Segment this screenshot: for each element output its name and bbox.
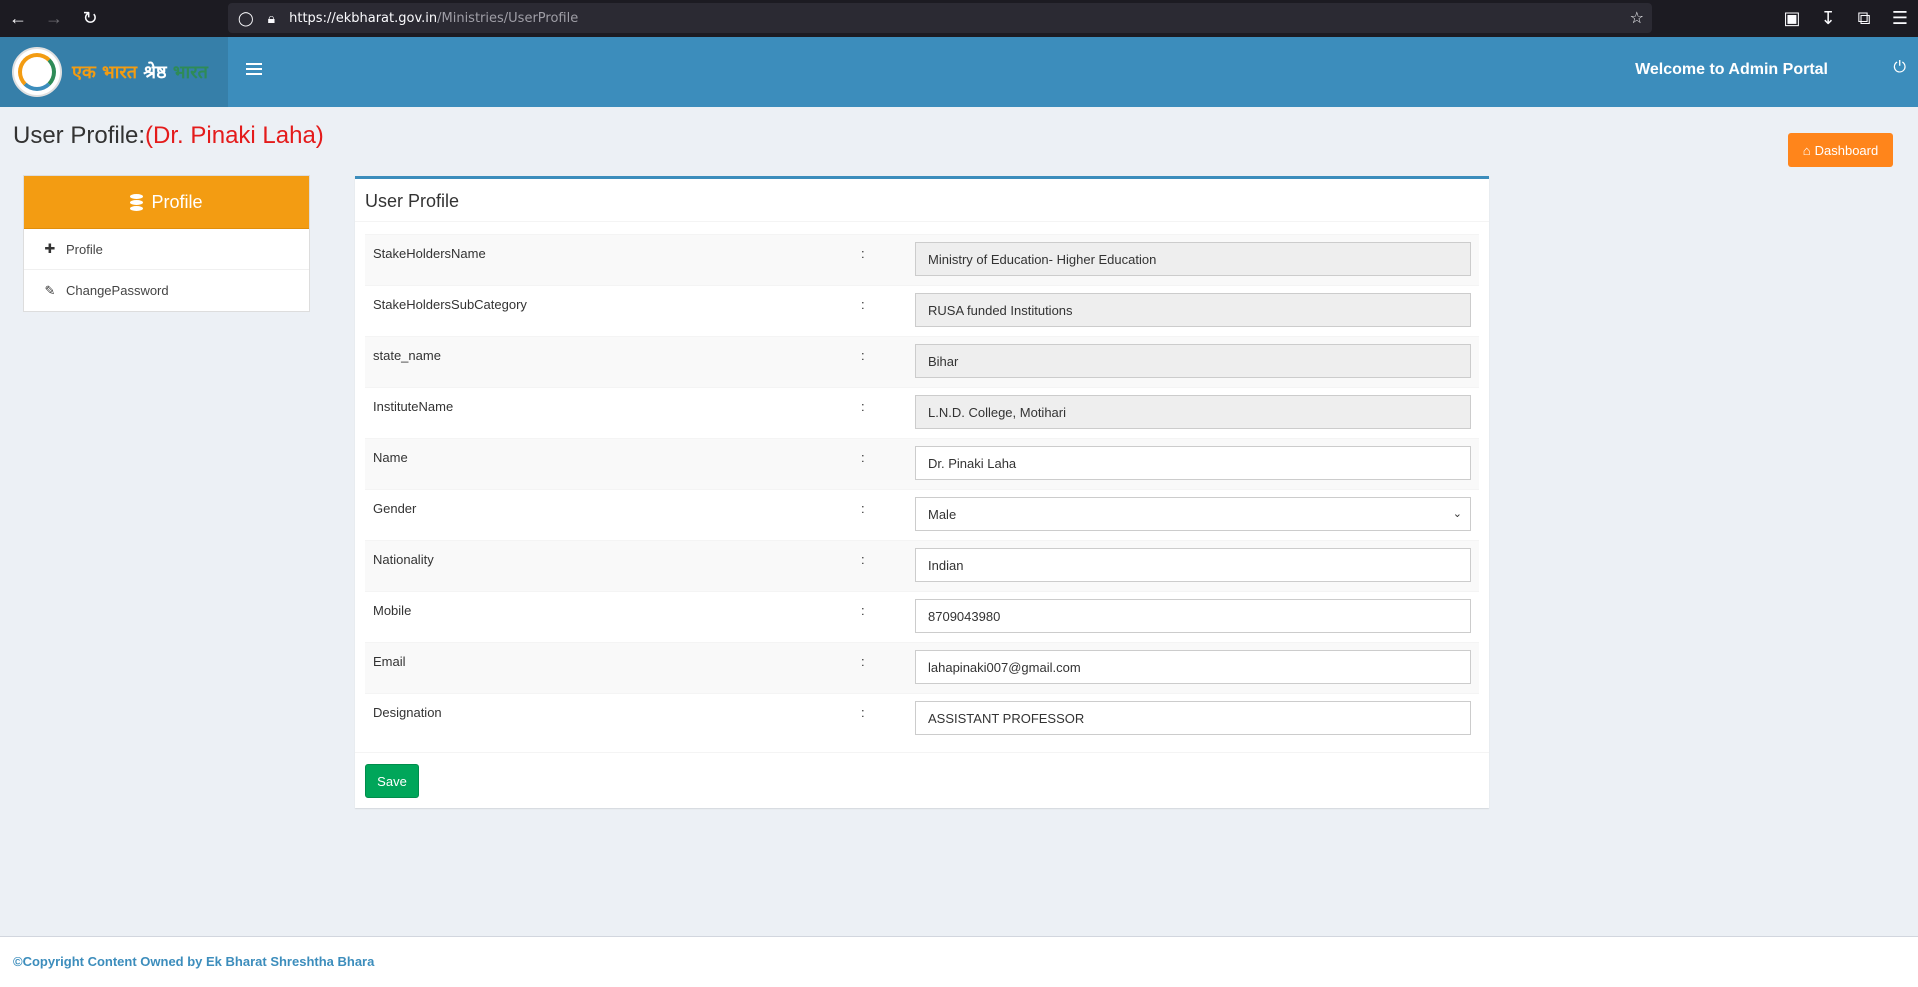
bookmark-star-icon[interactable]: ☆	[1630, 8, 1644, 28]
page-title-prefix: User Profile:	[13, 122, 146, 149]
app-header: एक भारत श्रेष्ठ भारत Welcome to Admin Po…	[0, 37, 1918, 107]
back-icon[interactable]: ←	[0, 1, 36, 37]
field-row-email: Email : lahapinaki007@gmail.com	[365, 642, 1479, 693]
field-row-stakeholders-name: StakeHoldersName : Ministry of Education…	[365, 234, 1479, 285]
menu-item-change-password[interactable]: ✎ ChangePassword	[24, 270, 309, 311]
field-row-designation: Designation : ASSISTANT PROFESSOR	[365, 693, 1479, 744]
gender-select-value: Male	[928, 506, 957, 522]
menu-icon[interactable]: ☰	[1882, 0, 1918, 36]
logo-text-part-2: श्रेष्ठ	[143, 62, 167, 83]
state-name-field: Bihar	[915, 344, 1471, 378]
page-title: User Profile:(Dr. Pinaki Laha)	[13, 122, 324, 150]
save-button[interactable]: Save	[365, 764, 419, 798]
field-label: Designation	[373, 705, 442, 720]
user-profile-box: User Profile StakeHoldersName : Ministry…	[355, 176, 1489, 808]
field-row-mobile: Mobile : 8709043980	[365, 591, 1479, 642]
field-row-state-name: state_name : Bihar	[365, 336, 1479, 387]
copyright-text: ©Copyright Content Owned by Ek Bharat Sh…	[13, 954, 375, 969]
field-colon: :	[861, 399, 865, 414]
home-icon: ⌂	[1802, 142, 1811, 158]
mobile-input[interactable]: 8709043980	[915, 599, 1471, 633]
field-colon: :	[861, 297, 865, 312]
url-host: https://ekbharat.gov.in	[289, 10, 438, 26]
chevron-down-icon: ⌄	[1452, 508, 1462, 520]
field-label: InstituteName	[373, 399, 454, 414]
url-path: /Ministries/UserProfile	[437, 10, 579, 26]
field-label: Name	[373, 450, 408, 465]
user-plus-icon: ✚	[44, 241, 56, 256]
field-label: Nationality	[373, 552, 434, 567]
field-row-institute-name: InstituteName : L.N.D. College, Motihari	[365, 387, 1479, 438]
logo-emblem-icon	[12, 47, 62, 97]
email-input[interactable]: lahapinaki007@gmail.com	[915, 650, 1471, 684]
address-bar[interactable]: ◯ 🔒︎ https://ekbharat.gov.in/Ministries/…	[228, 3, 1652, 33]
download-icon[interactable]: ↧	[1810, 0, 1846, 36]
dashboard-button-label: Dashboard	[1814, 142, 1879, 158]
sidebar-toggle-icon[interactable]	[246, 61, 262, 77]
pocket-icon[interactable]: ▣	[1774, 0, 1810, 36]
field-colon: :	[861, 246, 865, 261]
lock-icon[interactable]: 🔒︎	[268, 10, 275, 27]
logo-text: एक भारत श्रेष्ठ भारत	[72, 60, 208, 84]
divider	[355, 752, 1489, 753]
designation-input[interactable]: ASSISTANT PROFESSOR	[915, 701, 1471, 735]
stakeholders-subcategory-field: RUSA funded Institutions	[915, 293, 1471, 327]
menu-item-label: Profile	[66, 241, 103, 257]
profile-menu: Profile ✚ Profile ✎ ChangePassword	[23, 175, 310, 312]
page-title-name: (Dr. Pinaki Laha)	[145, 122, 324, 149]
field-colon: :	[861, 501, 865, 516]
name-input[interactable]: Dr. Pinaki Laha	[915, 446, 1471, 480]
field-colon: :	[861, 348, 865, 363]
shield-icon[interactable]: ◯	[238, 10, 254, 27]
field-colon: :	[861, 705, 865, 720]
field-label: StakeHoldersName	[373, 246, 486, 261]
field-label: Mobile	[373, 603, 412, 618]
field-label: Gender	[373, 501, 417, 516]
footer: ©Copyright Content Owned by Ek Bharat Sh…	[0, 936, 1918, 987]
logo-text-part-3: भारत	[172, 62, 208, 83]
gender-select[interactable]: Male ⌄	[915, 497, 1471, 531]
field-label: Email	[373, 654, 406, 669]
power-icon[interactable]: ⏻	[1893, 59, 1906, 77]
field-row-gender: Gender : Male ⌄	[365, 489, 1479, 540]
field-label: state_name	[373, 348, 441, 363]
field-colon: :	[861, 450, 865, 465]
field-row-stakeholders-subcategory: StakeHoldersSubCategory : RUSA funded In…	[365, 285, 1479, 336]
profile-menu-heading-label: Profile	[151, 191, 203, 212]
field-label: StakeHoldersSubCategory	[373, 297, 527, 312]
institute-name-field: L.N.D. College, Motihari	[915, 395, 1471, 429]
profile-fields: StakeHoldersName : Ministry of Education…	[365, 234, 1479, 744]
pencil-icon: ✎	[44, 282, 56, 298]
field-row-name: Name : Dr. Pinaki Laha	[365, 438, 1479, 489]
field-colon: :	[861, 603, 865, 618]
menu-item-label: ChangePassword	[66, 283, 169, 298]
field-row-nationality: Nationality : Indian	[365, 540, 1479, 591]
profile-menu-heading: Profile	[24, 176, 309, 229]
menu-item-profile[interactable]: ✚ Profile	[24, 229, 309, 270]
box-title: User Profile	[355, 179, 1489, 222]
stakeholders-name-field: Ministry of Education- Higher Education	[915, 242, 1471, 276]
reload-icon[interactable]: ↻	[72, 1, 108, 37]
forward-icon[interactable]: →	[36, 1, 72, 37]
logo[interactable]: एक भारत श्रेष्ठ भारत	[0, 37, 228, 107]
extensions-icon[interactable]: ⧉	[1846, 0, 1882, 36]
nationality-input[interactable]: Indian	[915, 548, 1471, 582]
url-text[interactable]: https://ekbharat.gov.in/Ministries/UserP…	[289, 11, 578, 26]
browser-toolbar: ← → ↻ ◯ 🔒︎ https://ekbharat.gov.in/Minis…	[0, 0, 1918, 37]
field-colon: :	[861, 654, 865, 669]
welcome-text: Welcome to Admin Portal	[1635, 61, 1828, 78]
dashboard-button[interactable]: ⌂ Dashboard	[1788, 133, 1893, 167]
database-icon	[130, 193, 144, 211]
field-colon: :	[861, 552, 865, 567]
logo-text-part-1: एक भारत	[72, 62, 137, 83]
